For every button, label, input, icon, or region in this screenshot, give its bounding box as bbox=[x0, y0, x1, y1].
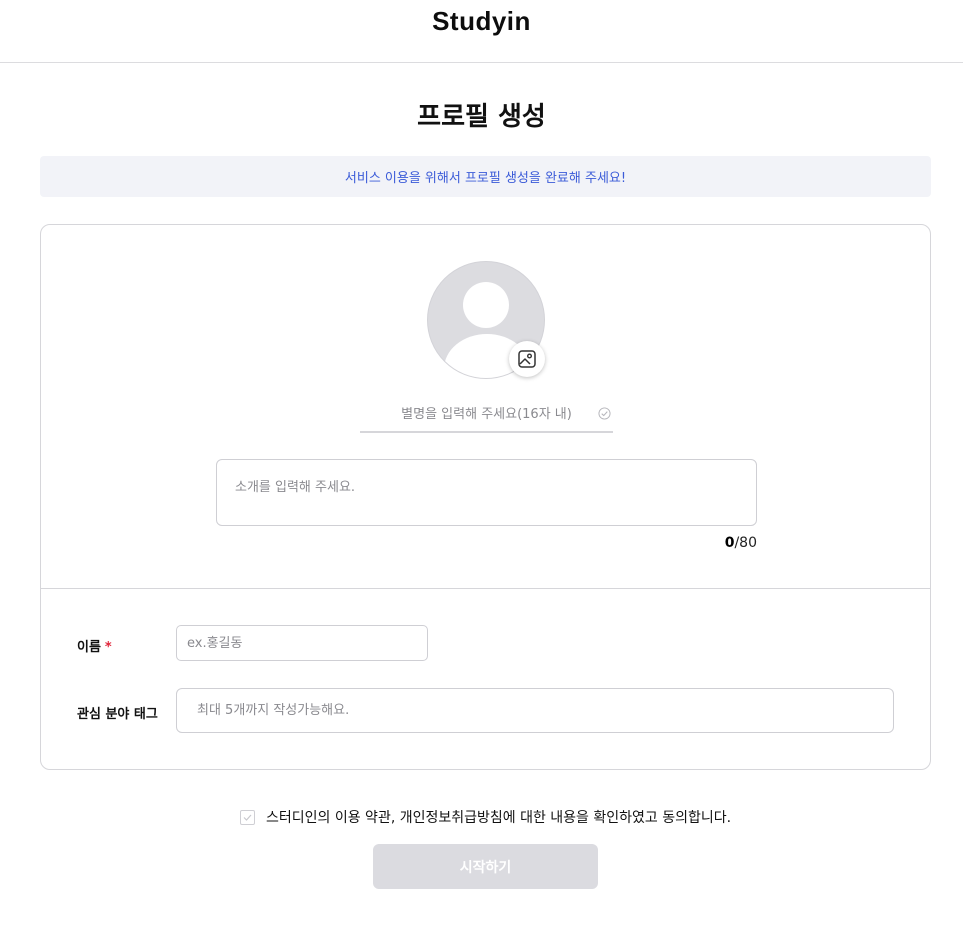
section-divider bbox=[41, 588, 930, 589]
name-input[interactable] bbox=[176, 625, 428, 661]
avatar-head-shape bbox=[463, 282, 509, 328]
agreement-row: 스터디인의 이용 약관, 개인정보취급방침에 대한 내용을 확인하였고 동의합니… bbox=[240, 807, 731, 827]
app-header: Studyin bbox=[0, 0, 963, 63]
profile-card: 0/80 이름* 관심 분야 태그 bbox=[40, 224, 931, 770]
interest-tags-input[interactable] bbox=[176, 688, 894, 733]
nickname-input[interactable] bbox=[360, 400, 613, 428]
tags-label: 관심 분야 태그 bbox=[77, 703, 158, 722]
name-label-text: 이름 bbox=[77, 640, 101, 655]
upload-photo-button[interactable] bbox=[509, 341, 545, 377]
agreement-checkbox[interactable] bbox=[240, 809, 255, 825]
page-title: 프로필 생성 bbox=[417, 102, 546, 132]
notice-text: 서비스 이용을 위해서 프로필 생성을 완료해 주세요! bbox=[344, 171, 627, 186]
intro-char-count: 0 bbox=[724, 535, 735, 551]
name-label: 이름 * bbox=[77, 636, 112, 655]
nickname-field-wrapper bbox=[360, 400, 613, 433]
start-button[interactable]: 시작하기 bbox=[373, 844, 598, 889]
tags-label-text: 관심 분야 태그 bbox=[77, 707, 158, 722]
image-icon bbox=[518, 350, 536, 368]
intro-textarea[interactable] bbox=[216, 459, 757, 526]
intro-char-max: /80 bbox=[734, 535, 757, 551]
studyin-logo[interactable]: Studyin bbox=[0, 6, 963, 37]
required-mark: * bbox=[104, 640, 112, 655]
checkmark-icon bbox=[243, 814, 252, 821]
intro-char-counter: 0/80 bbox=[657, 535, 757, 551]
agreement-text: 스터디인의 이용 약관, 개인정보취급방침에 대한 내용을 확인하였고 동의합니… bbox=[266, 810, 732, 826]
notice-banner: 서비스 이용을 위해서 프로필 생성을 완료해 주세요! bbox=[40, 156, 931, 197]
check-circle-icon bbox=[598, 407, 611, 420]
